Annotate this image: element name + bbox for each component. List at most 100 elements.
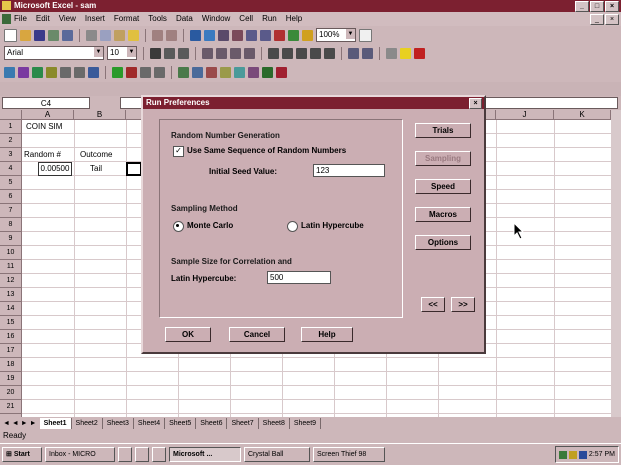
- row-header-5[interactable]: 5: [0, 176, 22, 190]
- tray-app-icon[interactable]: [578, 450, 587, 459]
- tray-volume-icon[interactable]: [568, 450, 577, 459]
- workbook-icon[interactable]: [2, 14, 11, 24]
- paste-data-icon[interactable]: [74, 66, 85, 78]
- font-name-select[interactable]: Arial ▼: [4, 46, 104, 60]
- ok-button[interactable]: OK: [165, 327, 211, 342]
- row-header-17[interactable]: 17: [0, 344, 22, 358]
- new-icon[interactable]: [4, 28, 17, 42]
- tab-scroll-arrows-icon[interactable]: ◄ ◄ ► ►: [0, 420, 40, 427]
- single-step-icon[interactable]: [154, 66, 165, 78]
- row-header-20[interactable]: 20: [0, 386, 22, 400]
- macros-button[interactable]: Macros: [415, 207, 471, 222]
- menu-window[interactable]: Window: [202, 12, 230, 26]
- monte-carlo-label[interactable]: Monte Carlo: [187, 221, 233, 230]
- select-all-corner[interactable]: [0, 110, 22, 120]
- run-preferences-icon[interactable]: [88, 66, 99, 78]
- menu-file[interactable]: File: [14, 12, 27, 26]
- select-cells-icon[interactable]: [46, 66, 57, 78]
- menu-tools[interactable]: Tools: [148, 12, 167, 26]
- function-icon[interactable]: [232, 29, 243, 41]
- row-header-3[interactable]: 3: [0, 148, 22, 162]
- tab-sheet5[interactable]: Sheet5: [165, 417, 197, 429]
- decrease-indent-icon[interactable]: [348, 47, 359, 59]
- align-left-icon[interactable]: [202, 47, 213, 59]
- row-header-12[interactable]: 12: [0, 274, 22, 288]
- office-assistant-icon[interactable]: [359, 28, 372, 42]
- dialog-title-bar[interactable]: Run Preferences ×: [143, 97, 484, 109]
- row-header-19[interactable]: 19: [0, 372, 22, 386]
- autosum-icon[interactable]: [218, 29, 229, 41]
- define-assumption-icon[interactable]: [4, 66, 15, 78]
- create-report-icon[interactable]: [234, 66, 245, 78]
- column-header-k[interactable]: K: [554, 110, 611, 120]
- chart-wizard-icon[interactable]: [274, 29, 285, 41]
- redo-icon[interactable]: [166, 29, 177, 41]
- sort-descending-icon[interactable]: [260, 29, 271, 41]
- overlay-chart-icon[interactable]: [192, 66, 203, 78]
- menu-format[interactable]: Format: [114, 12, 139, 26]
- row-header-21[interactable]: 21: [0, 400, 22, 414]
- font-size-select[interactable]: 10 ▼: [107, 46, 137, 60]
- latin-hypercube-label[interactable]: Latin Hypercube: [301, 221, 364, 230]
- menu-view[interactable]: View: [59, 12, 76, 26]
- latin-size-input[interactable]: 500: [267, 271, 331, 284]
- cell-a1[interactable]: COIN SIM: [26, 120, 62, 134]
- menu-help[interactable]: Help: [286, 12, 302, 26]
- clock[interactable]: 2:57 PM: [589, 448, 615, 462]
- menu-insert[interactable]: Insert: [85, 12, 105, 26]
- monte-carlo-radio[interactable]: [173, 221, 184, 232]
- same-sequence-checkbox[interactable]: ✓: [173, 146, 184, 157]
- define-decision-icon[interactable]: [18, 66, 29, 78]
- bold-icon[interactable]: [150, 47, 161, 59]
- crystal-ball-icon[interactable]: [276, 66, 287, 78]
- align-center-icon[interactable]: [216, 47, 227, 59]
- tray-network-icon[interactable]: [558, 450, 567, 459]
- row-header-6[interactable]: 6: [0, 190, 22, 204]
- start-simulation-icon[interactable]: [112, 66, 123, 78]
- hyperlink-icon[interactable]: [190, 29, 201, 41]
- italic-icon[interactable]: [164, 47, 175, 59]
- doc-close-button[interactable]: ×: [605, 14, 619, 25]
- copy-icon[interactable]: [100, 29, 111, 41]
- column-header-a[interactable]: A: [22, 110, 74, 120]
- name-box[interactable]: C4: [2, 97, 90, 109]
- zoom-select[interactable]: 100% ▼: [316, 28, 356, 42]
- tab-sheet2[interactable]: Sheet2: [72, 417, 103, 429]
- copy-data-icon[interactable]: [60, 66, 71, 78]
- previous-page-button[interactable]: <<: [421, 297, 445, 312]
- sensitivity-chart-icon[interactable]: [220, 66, 231, 78]
- doc-minimize-button[interactable]: _: [590, 14, 604, 25]
- increase-indent-icon[interactable]: [362, 47, 373, 59]
- menu-data[interactable]: Data: [176, 12, 193, 26]
- dialog-close-button[interactable]: ×: [469, 98, 482, 109]
- maximize-button[interactable]: □: [590, 1, 604, 12]
- latin-hypercube-radio[interactable]: [287, 221, 298, 232]
- row-header-11[interactable]: 11: [0, 260, 22, 274]
- drawing-icon[interactable]: [302, 29, 313, 41]
- cell-b3[interactable]: Outcome: [80, 148, 112, 162]
- sort-ascending-icon[interactable]: [246, 29, 257, 41]
- crystal-ball-help-icon[interactable]: [262, 66, 273, 78]
- align-right-icon[interactable]: [230, 47, 241, 59]
- comma-icon[interactable]: [296, 47, 307, 59]
- undo-icon[interactable]: [152, 29, 163, 41]
- cell-b4[interactable]: Tail: [90, 162, 102, 176]
- close-button[interactable]: ×: [605, 1, 619, 12]
- print-preview-icon[interactable]: [62, 29, 73, 41]
- row-header-14[interactable]: 14: [0, 302, 22, 316]
- row-header-10[interactable]: 10: [0, 246, 22, 260]
- tab-sheet9[interactable]: Sheet9: [290, 417, 322, 429]
- row-header-8[interactable]: 8: [0, 218, 22, 232]
- print-icon[interactable]: [48, 29, 59, 41]
- tab-sheet6[interactable]: Sheet6: [196, 417, 228, 429]
- save-icon[interactable]: [34, 29, 45, 41]
- seed-input[interactable]: 123: [313, 164, 385, 177]
- trend-chart-icon[interactable]: [206, 66, 217, 78]
- define-forecast-icon[interactable]: [32, 66, 43, 78]
- web-toolbar-icon[interactable]: [204, 29, 215, 41]
- currency-icon[interactable]: [268, 47, 279, 59]
- stop-simulation-icon[interactable]: [126, 66, 137, 78]
- tab-sheet1[interactable]: Sheet1: [39, 417, 72, 429]
- row-header-18[interactable]: 18: [0, 358, 22, 372]
- row-header-16[interactable]: 16: [0, 330, 22, 344]
